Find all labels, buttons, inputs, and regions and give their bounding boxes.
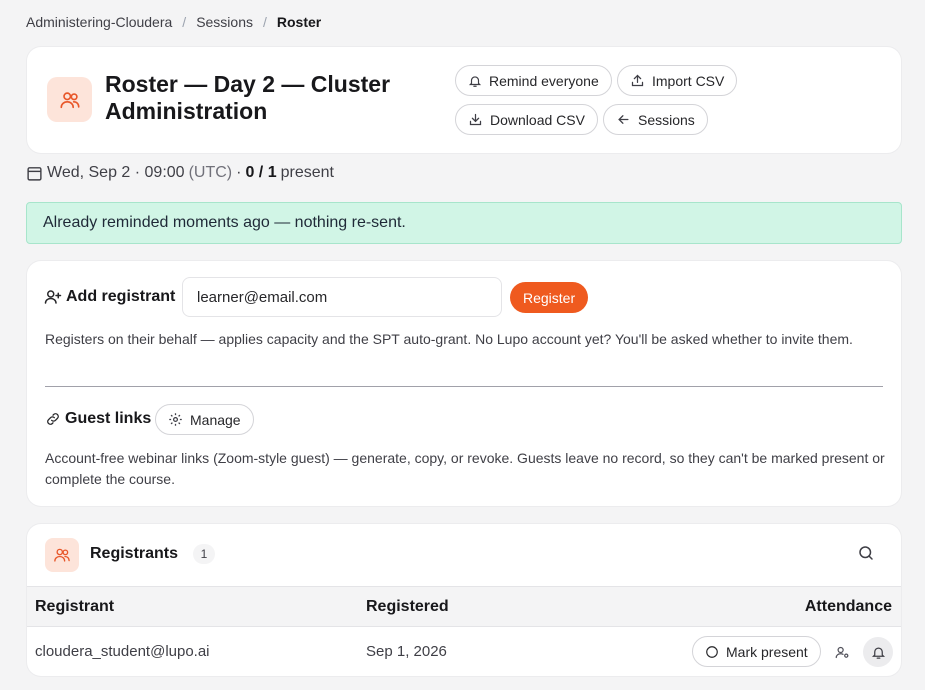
breadcrumb-separator: / (263, 14, 267, 30)
link-icon (47, 413, 59, 425)
back-to-sessions-button[interactable]: Sessions (603, 104, 708, 135)
sessions-label: Sessions (638, 111, 695, 128)
table-row: cloudera_student@lupo.ai Sep 1, 2026 Mar… (27, 628, 901, 676)
column-registrant: Registrant (35, 598, 115, 615)
remind-everyone-label: Remind everyone (489, 72, 599, 89)
registrants-title: Registrants (90, 545, 179, 562)
arrow-left-icon (618, 115, 629, 124)
users-icon (45, 538, 79, 572)
session-date: Wed, Sep 2 · 09:00 (47, 164, 185, 181)
guest-links-heading: Guest links (45, 410, 151, 428)
registration-card: Add registrant Register Registers on the… (27, 261, 901, 506)
mark-present-label: Mark present (726, 643, 808, 660)
present-count: 0 / 1 (245, 164, 277, 181)
breadcrumb-course[interactable]: Administering-Cloudera (26, 14, 172, 30)
session-timezone: (UTC) (188, 164, 233, 181)
table-header: Registrant Registered Attendance (27, 586, 901, 627)
page-title: Roster — Day 2 — Cluster Administration (105, 71, 391, 124)
add-registrant-help: Registers on their behalf — applies capa… (45, 331, 853, 347)
success-alert: Already reminded moments ago — nothing r… (26, 202, 902, 244)
meta-separator: · (236, 164, 242, 181)
manage-guest-links-button[interactable]: Manage (155, 404, 254, 435)
session-meta: Wed, Sep 2 · 09:00 (UTC) · 0 / 1 present (26, 164, 334, 182)
circle-icon (706, 645, 718, 658)
user-plus-icon (44, 290, 62, 304)
column-attendance: Attendance (804, 598, 892, 615)
guest-links-label: Guest links (65, 410, 152, 427)
breadcrumb-sessions[interactable]: Sessions (196, 14, 253, 30)
download-csv-button[interactable]: Download CSV (455, 104, 598, 135)
breadcrumb-current: Roster (276, 14, 322, 30)
bell-icon (468, 75, 482, 87)
breadcrumb-separator: / (182, 14, 187, 30)
alert-text: Already reminded moments ago — nothing r… (43, 214, 406, 231)
registrants-card: Registrants 1 Registrant Registered Atte… (27, 524, 901, 676)
gear-icon (169, 413, 182, 426)
add-registrant-label: Add registrant (66, 288, 176, 305)
search-icon[interactable] (857, 544, 875, 565)
add-registrant-heading: Add registrant (44, 288, 175, 306)
download-csv-label: Download CSV (490, 111, 585, 128)
column-registered: Registered (366, 598, 449, 615)
manage-label: Manage (190, 411, 241, 428)
mark-present-button[interactable]: Mark present (692, 636, 821, 667)
section-divider (45, 386, 883, 387)
user-settings-icon[interactable] (827, 637, 857, 667)
register-button[interactable]: Register (510, 282, 589, 313)
registrant-email-input[interactable] (182, 277, 502, 317)
remind-everyone-button[interactable]: Remind everyone (455, 65, 612, 96)
registrants-count-badge: 1 (193, 544, 215, 564)
registered-date: Sep 1, 2026 (366, 643, 447, 660)
upload-icon (631, 74, 644, 87)
users-icon (47, 77, 92, 122)
guest-links-help: Account-free webinar links (Zoom-style g… (45, 450, 885, 487)
registrant-email: cloudera_student@lupo.ai (35, 643, 210, 660)
import-csv-button[interactable]: Import CSV (617, 65, 738, 96)
breadcrumb: Administering-Cloudera / Sessions / Rost… (26, 14, 321, 30)
present-label: present (280, 164, 334, 181)
import-csv-label: Import CSV (652, 72, 725, 89)
header-card: Roster — Day 2 — Cluster Administration … (27, 47, 901, 153)
download-icon (469, 113, 482, 126)
calendar-icon (27, 166, 42, 181)
bell-icon[interactable] (863, 637, 893, 667)
